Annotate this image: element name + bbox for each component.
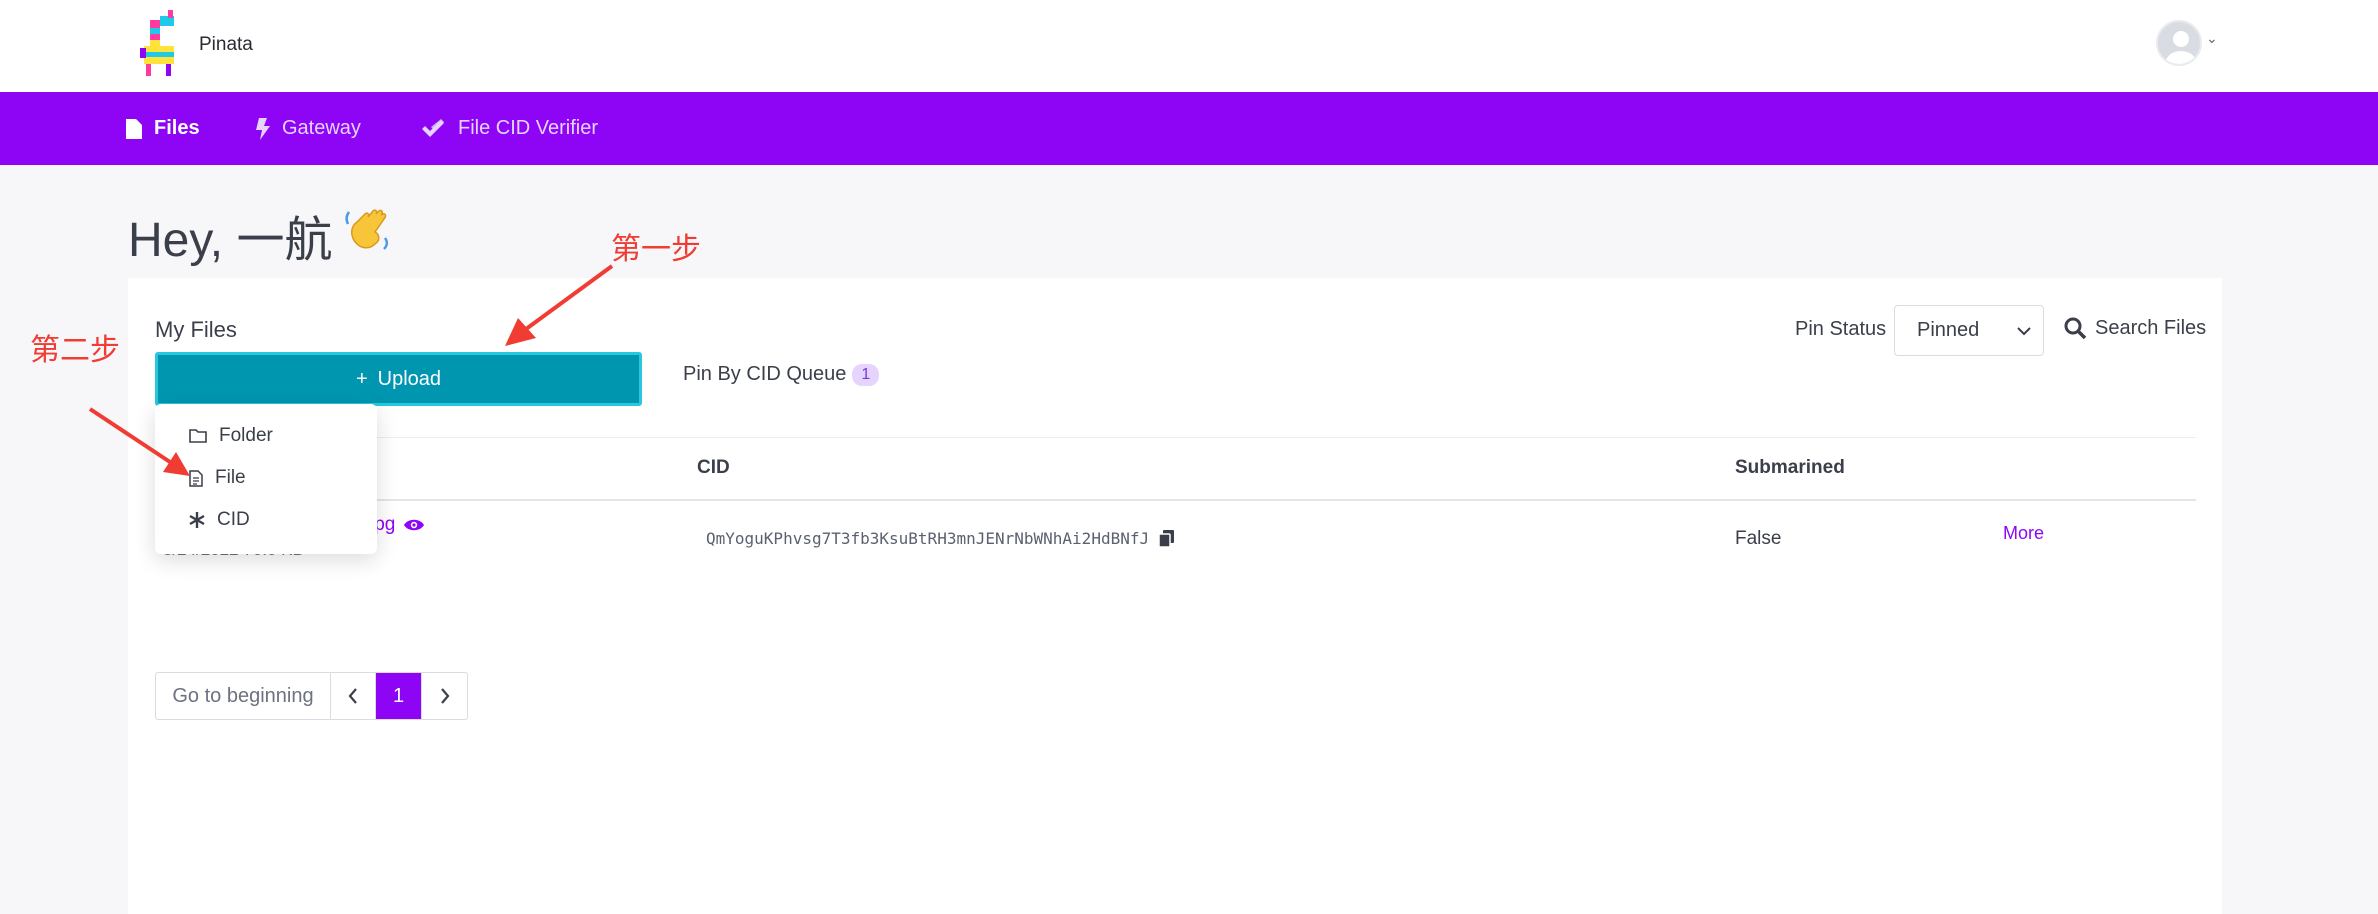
arrow-to-upload [505, 264, 614, 346]
arrow-to-file [88, 407, 190, 476]
annotation-arrows [88, 264, 614, 476]
